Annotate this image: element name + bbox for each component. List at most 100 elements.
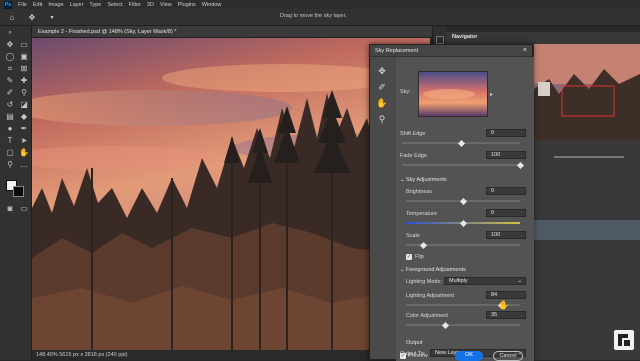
sky-thumbnail: [419, 72, 487, 116]
menu-layer[interactable]: Layer: [70, 2, 84, 8]
options-bar: ⌂ ✥ ▾ Drag to move the sky layer.: [0, 9, 640, 26]
brush-icon[interactable]: ✐: [4, 88, 16, 98]
rectangle-icon[interactable]: ▢: [4, 148, 16, 158]
clone-stamp-icon[interactable]: ⚲: [18, 88, 30, 98]
navigator-preview[interactable]: [534, 44, 640, 140]
frame-icon[interactable]: ⊠: [18, 64, 30, 74]
options-hint: Drag to move the sky layer.: [280, 13, 347, 19]
color-adjustment-slider[interactable]: [406, 324, 520, 326]
shift-edge-input[interactable]: 0: [486, 129, 526, 137]
chevron-down-icon[interactable]: ▾: [46, 11, 58, 23]
lighting-adjustment-input[interactable]: 84: [486, 291, 526, 299]
document-tab[interactable]: Example 2 - Finished.psd @ 148% (Sky, La…: [32, 26, 432, 38]
lighting-adjustment-label: Lighting Adjustment: [406, 293, 455, 299]
pen-icon[interactable]: ✒: [18, 124, 30, 134]
scale-label: Scale: [406, 233, 420, 239]
menu-select[interactable]: Select: [107, 2, 122, 8]
navigator-thumbnail: [534, 44, 640, 140]
screen-mode-icon[interactable]: ▭: [18, 204, 30, 214]
hand-cursor-icon: ✋: [498, 300, 510, 310]
more-tools-icon[interactable]: …: [18, 160, 30, 170]
blur-icon[interactable]: ◆: [18, 112, 30, 122]
sky-replacement-dialog: Sky Replacement × ✥ ✐ ✋ ⚲ Sky: ▸ Shift E…: [369, 44, 534, 361]
hand-tool-icon[interactable]: ✋: [18, 148, 30, 158]
layer-row-selected[interactable]: [534, 220, 640, 240]
object-select-icon[interactable]: ▣: [18, 52, 30, 62]
menu-file[interactable]: File: [18, 2, 27, 8]
type-icon[interactable]: T: [4, 136, 16, 146]
temperature-input[interactable]: 0: [486, 209, 526, 217]
lighting-mode-select[interactable]: Multiply ⌄: [444, 277, 526, 285]
zoom-icon[interactable]: ⚲: [376, 113, 388, 125]
menu-view[interactable]: View: [160, 2, 172, 8]
foreground-adjustments-chevron-icon[interactable]: ⌄: [400, 267, 405, 273]
menu-edit[interactable]: Edit: [33, 2, 42, 8]
menu-window[interactable]: Window: [202, 2, 222, 8]
watermark-logo: [614, 330, 634, 350]
fade-edge-input[interactable]: 100: [486, 151, 526, 159]
fade-edge-slider[interactable]: [402, 164, 520, 166]
path-select-icon[interactable]: ➤: [18, 136, 30, 146]
healing-brush-icon[interactable]: ✚: [18, 76, 30, 86]
sky-adjustments-heading[interactable]: Sky Adjustments: [406, 177, 447, 183]
hand-icon[interactable]: ✋: [376, 97, 388, 109]
output-heading: Output: [406, 340, 423, 346]
menu-image[interactable]: Image: [48, 2, 63, 8]
history-brush-icon[interactable]: ↺: [4, 100, 16, 110]
gradient-icon[interactable]: ▤: [4, 112, 16, 122]
menu-3d[interactable]: 3D: [147, 2, 154, 8]
navigator-title: Navigator: [452, 34, 478, 40]
color-adjustment-slider-knob[interactable]: [442, 321, 450, 329]
photoshop-logo-icon: Ps: [4, 0, 12, 9]
dialog-body: Sky: ▸ Shift Edge 0 Fade Edge 100 ⌄ Sky …: [396, 57, 534, 361]
fade-edge-label: Fade Edge: [400, 153, 427, 159]
temperature-slider-knob[interactable]: [459, 219, 467, 227]
shift-edge-slider-knob[interactable]: [457, 139, 465, 147]
menu-filter[interactable]: Filter: [129, 2, 141, 8]
collapse-icon[interactable]: »: [4, 28, 16, 38]
foreground-adjustments-heading[interactable]: Foreground Adjustments: [406, 267, 466, 273]
move-icon[interactable]: ✥: [4, 40, 16, 50]
menu-bar: Ps File Edit Image Layer Type Select Fil…: [0, 0, 640, 9]
eyedropper-icon[interactable]: ✎: [4, 76, 16, 86]
preview-label: Preview: [408, 353, 428, 359]
eraser-icon[interactable]: ◪: [18, 100, 30, 110]
color-adjustment-input[interactable]: 35: [486, 311, 526, 319]
flip-checkbox[interactable]: ✓: [406, 254, 412, 260]
tools-panel: » ✥ ▭ ◯ ▣ ⌗ ⊠ ✎ ✚ ✐ ⚲ ↺ ◪ ▤ ◆ ● ✒ T ➤ ▢ …: [0, 26, 32, 360]
brightness-input[interactable]: 0: [486, 187, 526, 195]
sky-brush-icon[interactable]: ✐: [376, 81, 388, 93]
zoom-tool-icon[interactable]: ⚲: [4, 160, 16, 170]
preview-checkbox[interactable]: ✓: [400, 353, 406, 359]
sky-adjustments-chevron-icon[interactable]: ⌄: [400, 177, 405, 183]
crop-icon[interactable]: ⌗: [4, 64, 16, 74]
panel-collapse-icon[interactable]: [436, 36, 444, 44]
scale-input[interactable]: 100: [486, 231, 526, 239]
move-tool-icon[interactable]: ✥: [26, 11, 38, 23]
brightness-label: Brightness: [406, 189, 432, 195]
artboard-icon[interactable]: ▭: [18, 40, 30, 50]
lighting-mode-value: Multiply: [449, 278, 468, 284]
watermark-mark-icon: [618, 334, 630, 346]
brightness-slider-knob[interactable]: [459, 197, 467, 205]
chevron-down-icon: ⌄: [517, 278, 522, 284]
lasso-icon[interactable]: ◯: [4, 52, 16, 62]
navigator-tab[interactable]: Navigator: [446, 32, 640, 42]
dialog-title: Sky Replacement: [375, 47, 419, 54]
navigator-zoom-slider[interactable]: [554, 156, 624, 158]
move-icon[interactable]: ✥: [376, 65, 388, 77]
close-icon[interactable]: ×: [523, 47, 527, 54]
menu-type[interactable]: Type: [89, 2, 101, 8]
sky-dropdown-chevron-icon[interactable]: ▸: [490, 91, 493, 98]
dialog-tools: ✥ ✐ ✋ ⚲: [370, 57, 394, 361]
quick-mask-icon[interactable]: ◙: [4, 204, 16, 214]
home-icon[interactable]: ⌂: [6, 11, 18, 23]
dodge-icon[interactable]: ●: [4, 124, 16, 134]
fade-edge-slider-knob[interactable]: [516, 161, 524, 169]
scale-slider-knob[interactable]: [419, 241, 427, 249]
background-color-swatch[interactable]: [13, 186, 24, 197]
status-text: 148.49% 5615 px x 2818 px (240 ppi): [36, 352, 128, 358]
menu-plugins[interactable]: Plugins: [178, 2, 196, 8]
sky-preset-picker[interactable]: [418, 71, 488, 117]
lighting-mode-label: Lighting Mode:: [406, 279, 443, 285]
